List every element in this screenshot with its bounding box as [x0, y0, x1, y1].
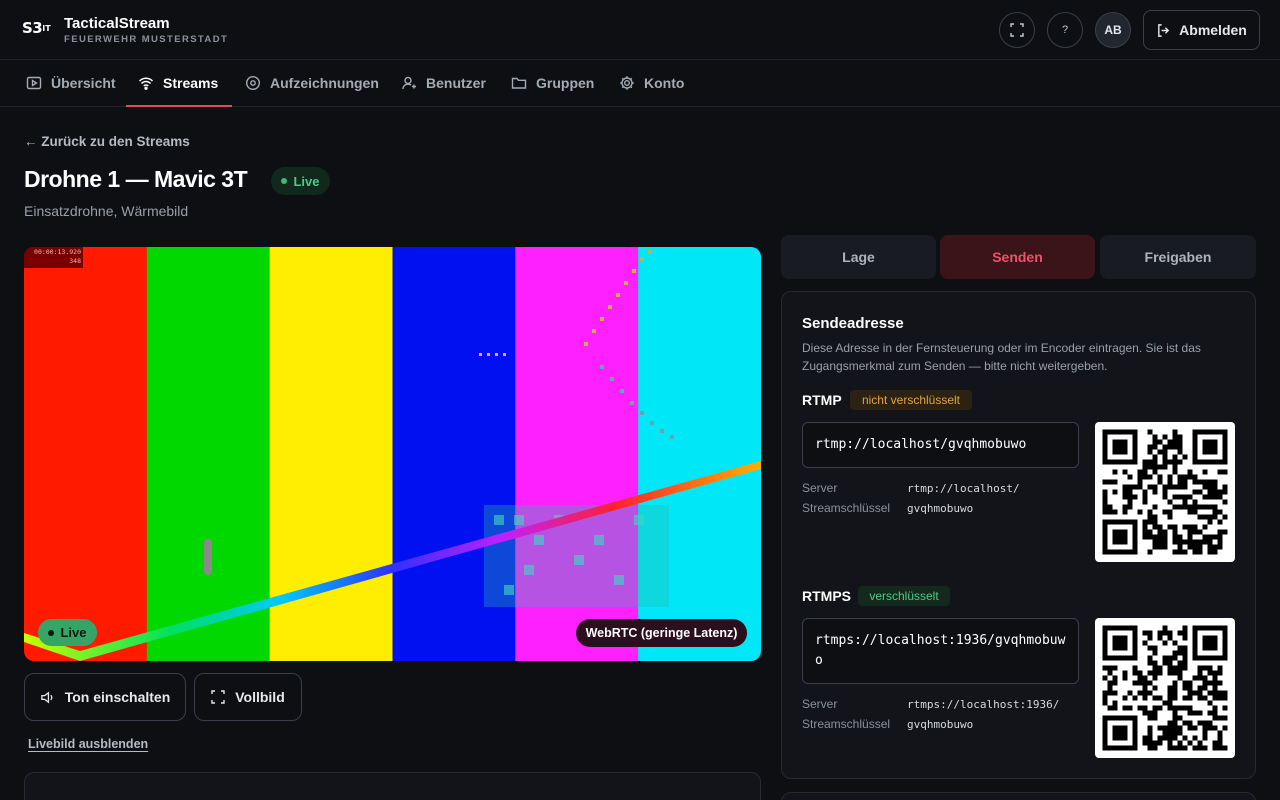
expand-icon [1010, 23, 1024, 37]
nav-item-groups[interactable]: Gruppen [511, 60, 594, 106]
color-bar [146, 247, 271, 661]
rtmps-key-value: gvqhmobuwo [907, 718, 974, 731]
nav-item-overview[interactable]: Übersicht [26, 60, 116, 106]
video-timestamp-overlay: 00:00:13.920 348 [24, 247, 83, 268]
wifi-icon [138, 77, 154, 90]
speaker-icon [40, 691, 53, 703]
video-live-badge: Live [38, 619, 97, 646]
qr-code-icon [1102, 625, 1228, 751]
gear-icon [620, 76, 634, 90]
nav-item-users[interactable]: Benutzer [401, 60, 486, 106]
organization-name: FEUERWEHR MUSTERSTADT [64, 34, 229, 45]
app-title: TacticalStream [64, 15, 170, 32]
nav-item-recordings[interactable]: Aufzeichnungen [245, 60, 379, 106]
rtmps-encryption-badge: verschlüsselt [858, 586, 950, 606]
rtmp-encryption-badge: nicht verschlüsselt [850, 390, 972, 410]
tab-senden[interactable]: Senden [940, 235, 1095, 279]
status-badge: Live [271, 167, 330, 195]
qr-code-icon [1102, 429, 1228, 555]
rtmps-label: RTMPS [802, 588, 851, 604]
rtmps-server-value: rtmps://localhost:1936/ [907, 698, 1060, 711]
help-icon: ? [1061, 24, 1069, 36]
tab-lage[interactable]: Lage [781, 235, 936, 279]
panel-title: Sendeadresse [802, 315, 904, 332]
play-square-icon [26, 76, 42, 90]
page-subtitle: Einsatzdrohne, Wärmebild [24, 203, 189, 219]
user-icon [402, 76, 416, 90]
rtmp-qr-code [1095, 422, 1235, 562]
back-to-streams-link[interactable]: ← Zurück zu den Streams [24, 134, 190, 149]
panel-description: Diese Adresse in der Fernsteuerung oder … [802, 341, 1201, 373]
tab-freigaben[interactable]: Freigaben [1100, 235, 1256, 279]
expand-icon [211, 690, 225, 704]
app-header: S3IT TacticalStream FEUERWEHR MUSTERSTAD… [0, 0, 1280, 60]
fullscreen-button[interactable]: Vollbild [194, 673, 302, 721]
secondary-panel [781, 792, 1256, 800]
rtmps-qr-code [1095, 618, 1235, 758]
hide-live-view-link[interactable]: Livebild ausblenden [28, 737, 148, 751]
app-logo: S3IT [22, 19, 51, 37]
color-bar [24, 247, 148, 661]
send-address-panel: Sendeadresse Diese Adresse in der Fernst… [781, 291, 1256, 779]
bottom-card [24, 772, 761, 800]
main-navigation: Übersicht Streams Aufzeichnungen Benutze… [0, 60, 1280, 107]
rtmp-server-label: Server [802, 481, 838, 495]
folder-icon [511, 77, 527, 89]
user-avatar[interactable]: AB [1095, 12, 1131, 48]
page-title: Drohne 1 — Mavic 3T [24, 166, 248, 192]
logout-icon [1158, 23, 1170, 37]
live-video-player[interactable]: 00:00:13.920 348 Live WebRTC (geringe La… [24, 247, 761, 661]
unmute-button[interactable]: Ton einschalten [24, 673, 186, 721]
rtmp-key-label: Streamschlüssel [802, 501, 891, 515]
rtmps-url-field[interactable]: rtmps://localhost:1936/gvqhmobuwo [802, 618, 1079, 684]
video-frame [24, 247, 761, 661]
nav-item-streams[interactable]: Streams [125, 60, 233, 107]
live-dot-icon [281, 178, 288, 184]
rtmp-server-value: rtmp://localhost/ [907, 482, 1020, 495]
rtmp-label: RTMP [802, 392, 842, 408]
nav-item-account[interactable]: Konto [619, 60, 684, 106]
live-dot-icon [48, 629, 55, 636]
rtmps-server-label: Server [802, 697, 838, 711]
record-icon [245, 75, 261, 91]
logout-button[interactable]: Abmelden [1143, 10, 1260, 50]
help-button[interactable]: ? [1047, 12, 1083, 48]
fullscreen-toggle-button[interactable] [999, 12, 1035, 48]
rtmps-key-label: Streamschlüssel [802, 717, 891, 731]
rtmp-url-field[interactable]: rtmp://localhost/gvqhmobuwo [802, 422, 1079, 468]
transport-badge: WebRTC (geringe Latenz) [576, 619, 747, 647]
rtmp-key-value: gvqhmobuwo [907, 502, 974, 515]
